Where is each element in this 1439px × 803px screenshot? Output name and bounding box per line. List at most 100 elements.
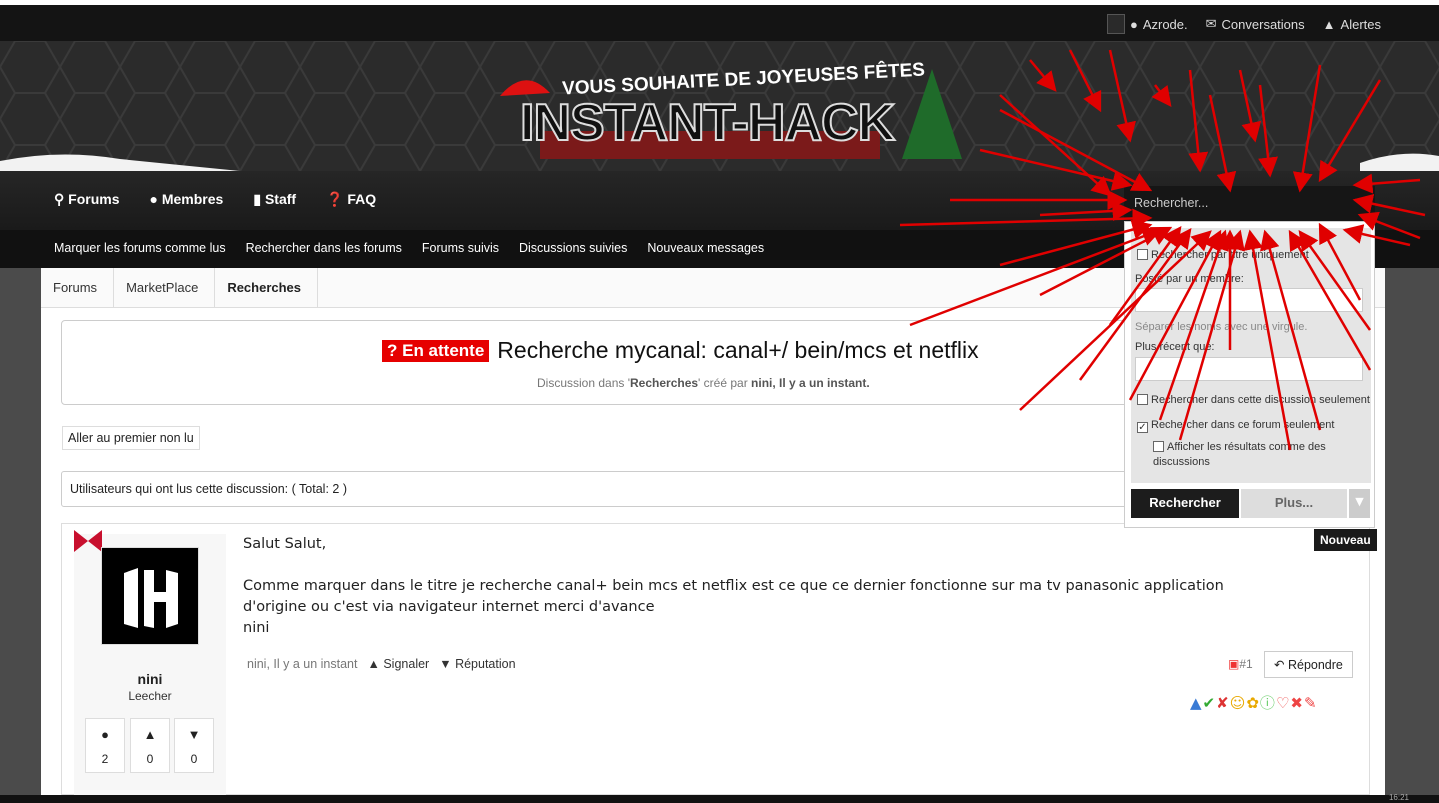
tab-forums-label: Forums bbox=[68, 191, 120, 207]
separate-hint: Séparer les noms avec une virgule. bbox=[1135, 321, 1308, 333]
avatar[interactable] bbox=[101, 547, 199, 645]
subnav-mark-read[interactable]: Marquer les forums comme lus bbox=[54, 241, 226, 255]
meta-prefix: Discussion dans ' bbox=[537, 376, 630, 390]
page-margin-right bbox=[1385, 268, 1439, 795]
conversations-link[interactable]: ✉ Conversations bbox=[1206, 16, 1305, 32]
tab-faq-label: FAQ bbox=[347, 191, 377, 207]
award-icon[interactable]: ✿ bbox=[1246, 694, 1260, 712]
reputation-link[interactable]: ▼ Réputation bbox=[439, 657, 515, 671]
like-icon[interactable]: ▲ bbox=[1190, 694, 1203, 712]
breadcrumb-marketplace[interactable]: MarketPlace bbox=[114, 268, 216, 308]
report-link[interactable]: ▲ Signaler bbox=[367, 657, 429, 671]
checkbox-box bbox=[1153, 441, 1164, 452]
this-thread-checkbox[interactable]: Rechercher dans cette discussion seuleme… bbox=[1137, 394, 1370, 406]
this-forum-label: Rechercher dans ce forum seulement bbox=[1151, 419, 1335, 431]
cross-icon[interactable]: ✘ bbox=[1216, 694, 1230, 712]
reply-button[interactable]: ↶ Répondre bbox=[1264, 651, 1353, 678]
user-menu[interactable]: ● Azrode. bbox=[1106, 14, 1188, 34]
tab-members[interactable]: ● Membres bbox=[150, 191, 224, 208]
trophy-icon: ▼ bbox=[439, 657, 452, 671]
subnav-watched-forums[interactable]: Forums suivis bbox=[422, 241, 499, 255]
username-label: Azrode. bbox=[1142, 16, 1188, 32]
stat-likes-value: 0 bbox=[146, 752, 154, 766]
meta-mid: ' créé par bbox=[698, 376, 752, 390]
post-username[interactable]: nini bbox=[74, 671, 226, 687]
status-badge: ? En attente bbox=[382, 339, 490, 362]
comment-icon: ⚲ bbox=[54, 191, 65, 207]
info-icon[interactable]: ⓘ bbox=[1260, 694, 1276, 712]
reputation-label: Réputation bbox=[455, 657, 516, 671]
as-threads-label: Afficher les résultats comme des discuss… bbox=[1153, 441, 1326, 468]
taskbar: 16:21 bbox=[0, 793, 1439, 803]
breadcrumb-recherches[interactable]: Recherches bbox=[215, 268, 319, 308]
meta-forum-link[interactable]: Recherches bbox=[630, 376, 698, 390]
post-number-label: #1 bbox=[1239, 657, 1253, 671]
post-body: Comme marquer dans le titre je recherche… bbox=[243, 578, 1224, 615]
search-submit-button[interactable]: Rechercher bbox=[1131, 489, 1239, 518]
heart-icon[interactable]: ♡ bbox=[1276, 694, 1290, 712]
tab-members-label: Membres bbox=[161, 191, 224, 207]
meta-author-link[interactable]: nini, Il y a un instant. bbox=[751, 376, 870, 390]
tab-forums[interactable]: ⚲ Forums bbox=[54, 191, 120, 208]
subnav-new-posts[interactable]: Nouveaux messages bbox=[647, 241, 764, 255]
this-forum-checkbox[interactable]: ✓ Rechercher dans ce forum seulement bbox=[1137, 419, 1334, 433]
reaction-bar: ▲✔✘☺✿ⓘ♡✖✎ bbox=[1190, 692, 1318, 713]
search-more-button[interactable]: Plus... bbox=[1241, 489, 1347, 518]
breadcrumb-forums[interactable]: Forums bbox=[41, 268, 115, 308]
stat-trophies: ▼ 0 bbox=[174, 718, 214, 773]
tools-icon[interactable]: ✖ bbox=[1290, 694, 1304, 712]
shield-icon: ▮ bbox=[253, 191, 262, 207]
checkbox-box bbox=[1137, 249, 1148, 260]
site-logo[interactable]: INSTANT-HACK bbox=[519, 93, 896, 153]
stat-messages: ● 2 bbox=[85, 718, 125, 773]
tab-staff[interactable]: ▮ Staff bbox=[253, 191, 296, 208]
newer-than-field[interactable] bbox=[1135, 357, 1363, 381]
post-greeting: Salut Salut, bbox=[243, 536, 327, 552]
page-title: Recherche mycanal: canal+/ bein/mcs et n… bbox=[497, 337, 979, 363]
reply-icon: ↶ bbox=[1274, 658, 1285, 672]
search-options: Rechercher par titre uniquement Posté pa… bbox=[1131, 228, 1371, 483]
this-thread-label: Rechercher dans cette discussion seuleme… bbox=[1151, 394, 1370, 406]
post: nini Leecher ● 2 ▲ 0 ▼ 0 Salut Salut, Comme… bbox=[61, 523, 1370, 796]
chevron-down-icon[interactable]: ▼ bbox=[1349, 489, 1370, 518]
titles-only-label: Rechercher par titre uniquement bbox=[1151, 249, 1309, 261]
member-name-field[interactable] bbox=[1135, 288, 1363, 312]
check-icon[interactable]: ✔ bbox=[1203, 694, 1217, 712]
subnav-watched-threads[interactable]: Discussions suivies bbox=[519, 241, 627, 255]
subnav-search-forums[interactable]: Rechercher dans les forums bbox=[246, 241, 402, 255]
search-dropdown: Rechercher par titre uniquement Posté pa… bbox=[1124, 221, 1375, 528]
report-label: Signaler bbox=[383, 657, 430, 671]
post-date[interactable]: nini, Il y a un instant bbox=[247, 657, 357, 671]
newer-than-label: Plus récent que: bbox=[1135, 341, 1215, 353]
stat-likes: ▲ 0 bbox=[130, 718, 170, 773]
reply-label: Répondre bbox=[1287, 658, 1343, 672]
user-icon: ● bbox=[1129, 16, 1138, 32]
post-message: Salut Salut, Comme marquer dans le titre… bbox=[243, 534, 1263, 639]
posted-by-label: Posté par un membre: bbox=[1135, 273, 1244, 285]
titles-only-checkbox[interactable]: Rechercher par titre uniquement bbox=[1137, 249, 1309, 261]
post-meta: nini, Il y a un instant ▲ Signaler ▼ Rép… bbox=[247, 657, 516, 671]
user-links: ● Azrode. ✉ Conversations ▲ Alertes bbox=[1106, 14, 1381, 34]
pencil-icon[interactable]: ✎ bbox=[1304, 694, 1318, 712]
search-input[interactable]: Rechercher... bbox=[1124, 186, 1375, 221]
first-unread-button[interactable]: Aller au premier non lu bbox=[62, 426, 200, 450]
thumbs-up-icon: ▲ bbox=[143, 727, 157, 742]
plus-icon: ▣ bbox=[1228, 657, 1240, 671]
smile-icon[interactable]: ☺ bbox=[1230, 694, 1247, 712]
trophy-icon: ▼ bbox=[187, 727, 201, 742]
stat-trophies-value: 0 bbox=[190, 752, 198, 766]
gift-bow-icon bbox=[74, 530, 102, 552]
envelope-icon: ✉ bbox=[1205, 16, 1217, 31]
mini-avatar bbox=[1106, 14, 1125, 34]
post-number[interactable]: ▣#1 bbox=[1228, 657, 1253, 671]
check-icon: ✓ bbox=[1137, 422, 1148, 433]
tab-faq[interactable]: ❓ FAQ bbox=[326, 191, 376, 208]
thread-meta: Discussion dans 'Recherches' créé par ni… bbox=[537, 376, 870, 390]
user-rank: Leecher bbox=[128, 689, 172, 703]
alerts-label: Alertes bbox=[1340, 16, 1381, 32]
tooltip: Nouveau bbox=[1314, 529, 1377, 551]
user-panel: nini Leecher ● 2 ▲ 0 ▼ 0 bbox=[74, 530, 226, 796]
alerts-link[interactable]: ▲ Alertes bbox=[1323, 17, 1381, 32]
as-threads-checkbox[interactable]: Afficher les résultats comme des discuss… bbox=[1153, 440, 1363, 470]
warning-icon: ▲ bbox=[367, 657, 380, 671]
